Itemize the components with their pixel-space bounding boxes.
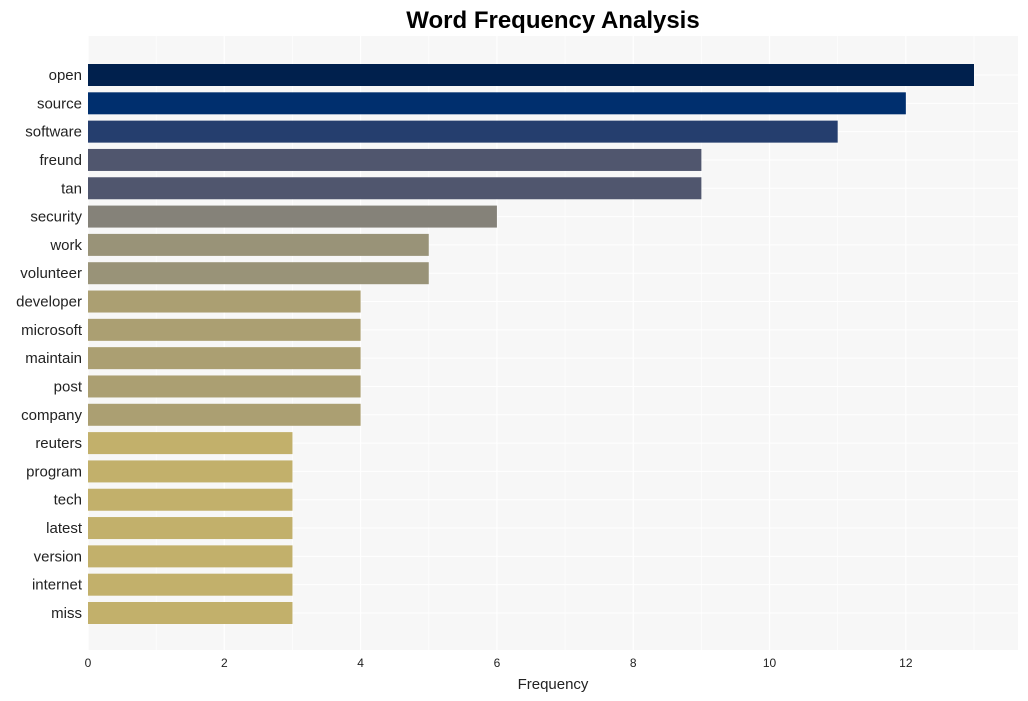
x-axis-label: Frequency: [518, 676, 589, 693]
bar-open: [88, 64, 974, 86]
bar-developer: [88, 290, 361, 313]
y-tick-labels: open source software freund tan security work v…: [16, 67, 83, 622]
x-tick-label-8: 8: [630, 656, 637, 670]
y-tick-label-software: software: [25, 124, 82, 141]
bar-program: [88, 460, 293, 483]
bar-volunteer: [88, 262, 429, 285]
y-tick-label-maintain: maintain: [25, 350, 82, 367]
bar-maintain: [88, 347, 361, 370]
bar-reuters: [88, 432, 293, 455]
x-tick-label-12: 12: [899, 656, 913, 670]
bar-software: [88, 120, 838, 143]
bar-freund: [88, 148, 702, 171]
bar-tan: [88, 177, 702, 200]
y-tick-label-post: post: [54, 378, 83, 395]
chart-title: Word Frequency Analysis: [406, 7, 699, 34]
y-tick-label-developer: developer: [16, 294, 82, 311]
bar-security: [88, 205, 497, 228]
x-tick-label-10: 10: [763, 656, 777, 670]
x-tick-label-6: 6: [494, 656, 501, 670]
y-tick-label-company: company: [21, 407, 82, 424]
y-tick-label-microsoft: microsoft: [21, 322, 83, 339]
y-tick-label-source: source: [37, 95, 82, 112]
bar-internet: [88, 573, 293, 596]
y-tick-label-reuters: reuters: [35, 435, 82, 452]
x-tick-label-0: 0: [85, 656, 92, 670]
bar-microsoft: [88, 318, 361, 341]
bar-version: [88, 545, 293, 568]
bar-miss: [88, 602, 293, 624]
y-tick-label-program: program: [26, 463, 82, 480]
y-tick-label-miss: miss: [51, 605, 82, 622]
x-tick-label-2: 2: [221, 656, 228, 670]
bar-chart: open source software freund tan security work v…: [16, 7, 1018, 693]
x-tick-label-4: 4: [357, 656, 364, 670]
x-tick-labels: 0 2 4 6 8 10 12: [85, 656, 913, 670]
y-tick-label-tech: tech: [54, 492, 82, 509]
y-tick-label-tan: tan: [61, 180, 82, 197]
bar-post: [88, 375, 361, 398]
y-tick-label-latest: latest: [46, 520, 83, 537]
y-tick-label-open: open: [49, 67, 82, 84]
bar-latest: [88, 517, 293, 540]
y-tick-label-internet: internet: [32, 577, 83, 594]
bar-source: [88, 92, 906, 115]
bar-tech: [88, 488, 293, 511]
y-tick-label-work: work: [49, 237, 82, 254]
y-tick-label-version: version: [34, 548, 82, 565]
bar-work: [88, 233, 429, 256]
y-tick-label-freund: freund: [39, 152, 82, 169]
y-tick-label-volunteer: volunteer: [20, 265, 82, 282]
bar-company: [88, 403, 361, 426]
y-tick-label-security: security: [30, 209, 82, 226]
